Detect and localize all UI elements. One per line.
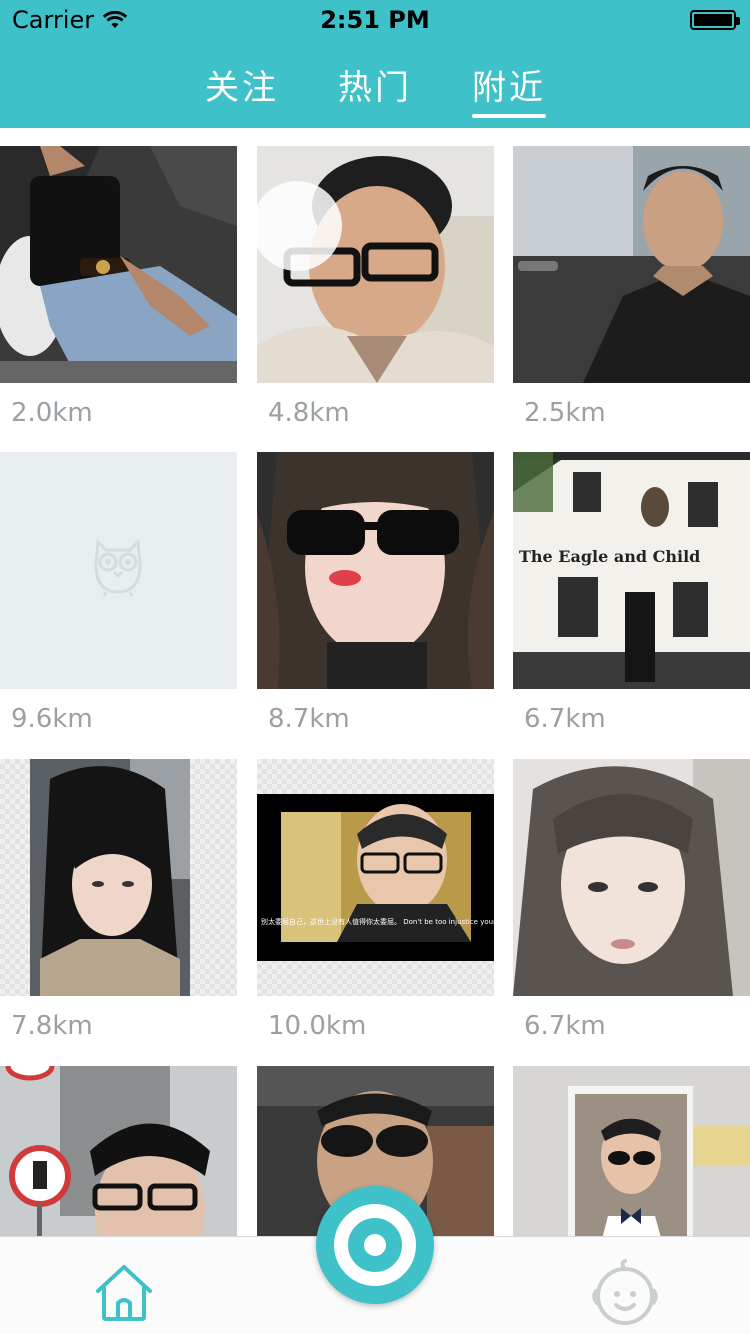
- camera-button[interactable]: [316, 1186, 434, 1304]
- user-photo[interactable]: 别太委屈自己，这世上没有人值得你太委屈。 Don't be too injust…: [257, 759, 494, 996]
- grid-item[interactable]: 9.6km: [0, 452, 237, 734]
- profile-icon: [592, 1259, 658, 1325]
- placeholder-photo[interactable]: [0, 452, 237, 689]
- distance-label: 9.6km: [11, 704, 93, 734]
- active-tab-indicator: [472, 114, 546, 118]
- status-bar: Carrier 2:51 PM: [0, 0, 750, 40]
- grid-item[interactable]: 别太委屈自己，这世上没有人值得你太委屈。 Don't be too injust…: [257, 759, 494, 1041]
- distance-label: 6.7km: [524, 704, 606, 734]
- video-caption: 别太委屈自己，这世上没有人值得你太委屈。 Don't be too injust…: [261, 917, 494, 926]
- grid-item[interactable]: 6.7km: [513, 759, 750, 1041]
- user-photo[interactable]: The Eagle and Child: [513, 452, 750, 689]
- user-photo[interactable]: [0, 146, 237, 383]
- user-photo[interactable]: [257, 452, 494, 689]
- owl-icon: [94, 538, 142, 597]
- battery-icon: [690, 10, 740, 30]
- grid-item[interactable]: 7.8km: [0, 759, 237, 1041]
- pub-sign-text: The Eagle and Child: [519, 547, 700, 566]
- tab-hot[interactable]: 热门: [338, 60, 412, 109]
- top-tabs: 关注 热门 附近: [0, 60, 750, 120]
- tab-follow[interactable]: 关注: [205, 60, 279, 109]
- home-tab[interactable]: [92, 1261, 156, 1325]
- home-icon: [96, 1265, 152, 1321]
- distance-label: 6.7km: [524, 1011, 606, 1041]
- user-photo[interactable]: [513, 759, 750, 996]
- grid-item[interactable]: 2.0km: [0, 146, 237, 428]
- distance-label: 2.5km: [524, 398, 606, 428]
- grid-item[interactable]: 8.7km: [257, 452, 494, 734]
- grid-item[interactable]: 2.5km: [513, 146, 750, 428]
- distance-label: 10.0km: [268, 1011, 367, 1041]
- user-photo[interactable]: [0, 759, 237, 996]
- profile-tab[interactable]: [590, 1259, 660, 1329]
- grid-item[interactable]: 4.8km: [257, 146, 494, 428]
- top-header: Carrier 2:51 PM 关注 热门 附近: [0, 0, 750, 128]
- status-time: 2:51 PM: [320, 6, 430, 34]
- distance-label: 2.0km: [11, 398, 93, 428]
- user-photo[interactable]: [257, 146, 494, 383]
- distance-label: 8.7km: [268, 704, 350, 734]
- distance-label: 7.8km: [11, 1011, 93, 1041]
- camera-icon: [334, 1204, 416, 1286]
- distance-label: 4.8km: [268, 398, 350, 428]
- user-photo[interactable]: [513, 146, 750, 383]
- tab-nearby[interactable]: 附近: [472, 60, 546, 109]
- grid-item[interactable]: The Eagle and Child 6.7km: [513, 452, 750, 734]
